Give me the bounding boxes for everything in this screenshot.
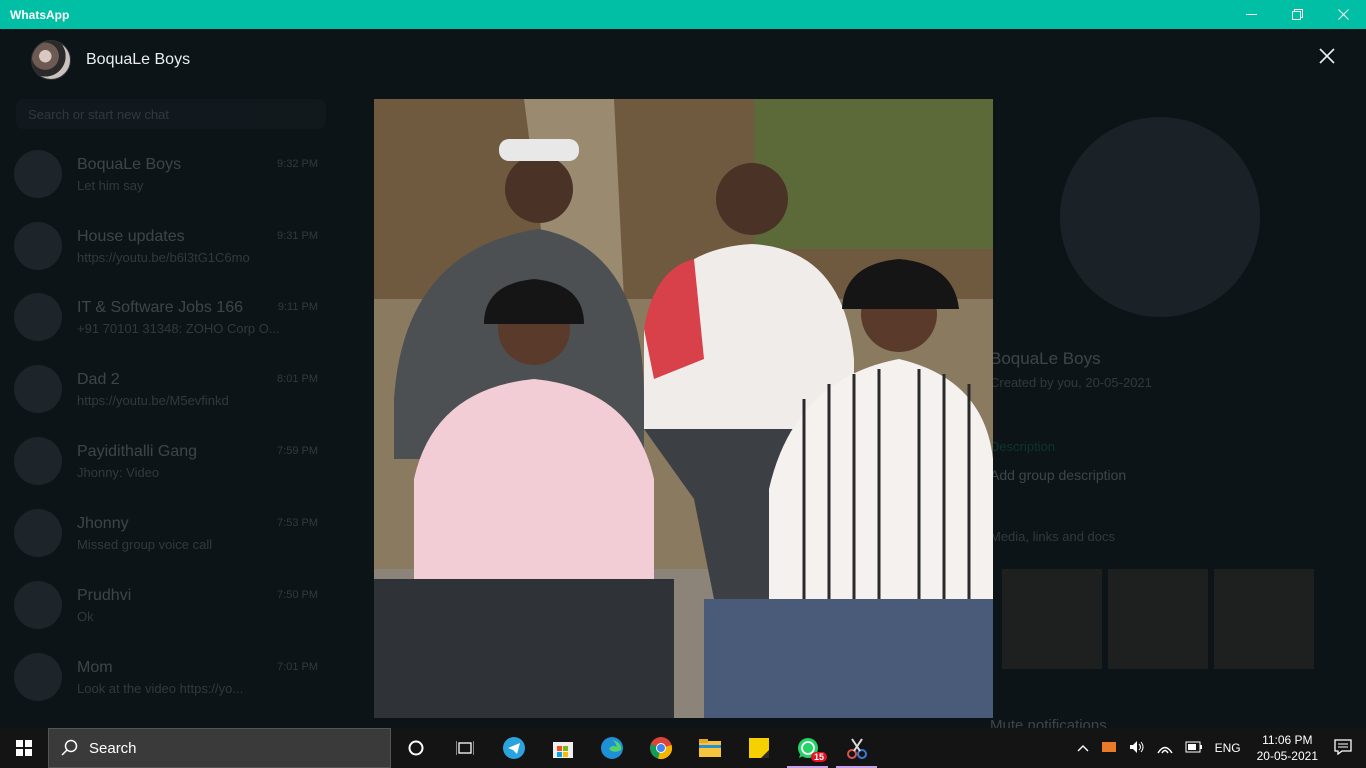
chat-time: 8:01 PM <box>277 372 318 385</box>
snipping-tool-app[interactable] <box>832 728 881 768</box>
cortana-icon <box>408 740 423 756</box>
tray-app-icon[interactable] <box>1101 740 1117 757</box>
chat-preview: Look at the video https://yo... <box>77 680 244 696</box>
clock-time: 11:06 PM <box>1262 733 1313 747</box>
chrome-app[interactable] <box>636 728 685 768</box>
language-indicator[interactable]: ENG <box>1215 741 1241 755</box>
chat-time: 7:01 PM <box>277 660 318 673</box>
chat-time: 7:50 PM <box>277 588 318 601</box>
scissors-icon <box>846 738 867 759</box>
sticky-notes-app[interactable] <box>734 728 783 768</box>
task-view-icon <box>455 741 474 755</box>
chrome-icon <box>649 737 672 760</box>
clock[interactable]: 11:06 PM 20-05-2021 <box>1257 732 1318 764</box>
avatar <box>14 509 62 557</box>
chat-item: BoquaLe Boys Let him say 9:32 PM <box>14 144 334 204</box>
window-controls <box>1228 0 1366 29</box>
viewer-group-name[interactable]: BoquaLe Boys <box>86 51 190 69</box>
volume-icon[interactable] <box>1129 740 1145 757</box>
edge-app[interactable] <box>587 728 636 768</box>
minimize-button[interactable] <box>1228 0 1274 29</box>
group-info-panel: BoquaLe Boys Created by you, 20-05-2021 … <box>990 109 1350 728</box>
info-description: Add group description <box>990 467 1127 483</box>
edge-icon <box>600 737 623 759</box>
media-thumb <box>1108 569 1208 669</box>
windows-taskbar: Search 15 ENG 11:06 PM 20-05-2021 <box>0 728 1366 768</box>
chat-item: Mom Look at the video https://yo... 7:01 P… <box>14 647 334 707</box>
chat-preview: Let him say <box>77 177 144 193</box>
chat-search: Search or start new chat <box>16 99 326 129</box>
windows-logo-icon <box>16 740 32 756</box>
info-description-label: Description <box>990 439 1056 454</box>
avatar <box>14 150 62 198</box>
battery-icon[interactable] <box>1185 741 1203 756</box>
chat-time: 9:11 PM <box>277 300 318 313</box>
avatar <box>14 581 62 629</box>
notification-center-icon[interactable] <box>1334 738 1352 758</box>
chevron-up-icon[interactable] <box>1077 741 1089 755</box>
viewer-header: BoquaLe Boys <box>0 29 1366 91</box>
restore-icon <box>1291 9 1303 20</box>
info-mute-label: Mute notifications <box>990 717 1107 728</box>
chat-preview: Missed group voice call <box>77 536 213 552</box>
app-title: WhatsApp <box>10 7 70 22</box>
microsoft-store-app[interactable] <box>538 728 587 768</box>
info-subtitle: Created by you, 20-05-2021 <box>990 375 1152 390</box>
chat-preview: https://youtu.be/b6l3tG1C6mo <box>77 249 250 265</box>
avatar <box>14 653 62 701</box>
chat-preview: Jhonny: Video <box>77 464 160 480</box>
media-viewer: Search or start new chat BoquaLe Boys Let… <box>0 29 1366 728</box>
telegram-icon <box>502 737 525 759</box>
system-tray: ENG 11:06 PM 20-05-2021 <box>1071 728 1366 768</box>
info-group-name: BoquaLe Boys <box>990 349 1101 368</box>
group-avatar-large <box>1060 117 1260 317</box>
sticky-notes-icon <box>748 738 769 758</box>
group-photo <box>374 99 993 718</box>
task-view-button[interactable] <box>440 728 489 768</box>
restore-button[interactable] <box>1274 0 1320 29</box>
avatar <box>14 365 62 413</box>
group-photo-image <box>374 99 993 718</box>
clock-date: 20-05-2021 <box>1256 749 1318 763</box>
search-icon <box>61 739 78 756</box>
chat-preview: +91 70101 31348: ZOHO Corp O... <box>77 320 280 336</box>
avatar <box>14 293 62 341</box>
chat-time: 7:59 PM <box>277 444 318 457</box>
store-icon <box>552 742 573 758</box>
info-media-label: Media, links and docs <box>990 529 1116 544</box>
start-button[interactable] <box>0 728 48 768</box>
close-icon <box>1337 9 1349 20</box>
media-thumbnails <box>1002 569 1314 669</box>
chat-time: 9:32 PM <box>277 157 318 170</box>
avatar <box>14 222 62 270</box>
wifi-icon[interactable] <box>1157 740 1173 757</box>
media-thumb <box>1214 569 1314 669</box>
telegram-app[interactable] <box>489 728 538 768</box>
close-window-button[interactable] <box>1320 0 1366 29</box>
whatsapp-app[interactable]: 15 <box>783 728 832 768</box>
folder-icon <box>698 739 721 757</box>
media-thumb <box>1002 569 1102 669</box>
minimize-icon <box>1245 13 1257 15</box>
chat-preview: Ok <box>77 608 94 624</box>
taskbar-search[interactable]: Search <box>48 728 391 768</box>
chat-time: 9:31 PM <box>277 229 318 242</box>
close-viewer-button[interactable] <box>1316 45 1338 67</box>
group-avatar[interactable] <box>31 40 71 80</box>
chat-item: IT & Software Jobs 166 +91 70101 31348: Z… <box>14 287 334 347</box>
chat-time: 7:53 PM <box>277 516 318 529</box>
close-icon <box>1319 48 1335 64</box>
chat-preview: https://youtu.be/M5evfinkd <box>77 392 229 408</box>
cortana-button[interactable] <box>391 728 440 768</box>
chat-item: Jhonny Missed group voice call 7:53 PM <box>14 503 334 563</box>
unread-badge: 15 <box>810 752 827 762</box>
file-explorer-app[interactable] <box>685 728 734 768</box>
taskbar-search-label: Search <box>89 739 137 757</box>
chat-item: Dad 2 https://youtu.be/M5evfinkd 8:01 PM <box>14 359 334 419</box>
chat-item: Prudhvi Ok 7:50 PM <box>14 575 334 635</box>
chat-item: House updates https://youtu.be/b6l3tG1C6m… <box>14 216 334 276</box>
avatar <box>14 437 62 485</box>
window-titlebar: WhatsApp <box>0 0 1366 29</box>
chat-item: Payidithalli Gang Jhonny: Video 7:59 PM <box>14 431 334 491</box>
